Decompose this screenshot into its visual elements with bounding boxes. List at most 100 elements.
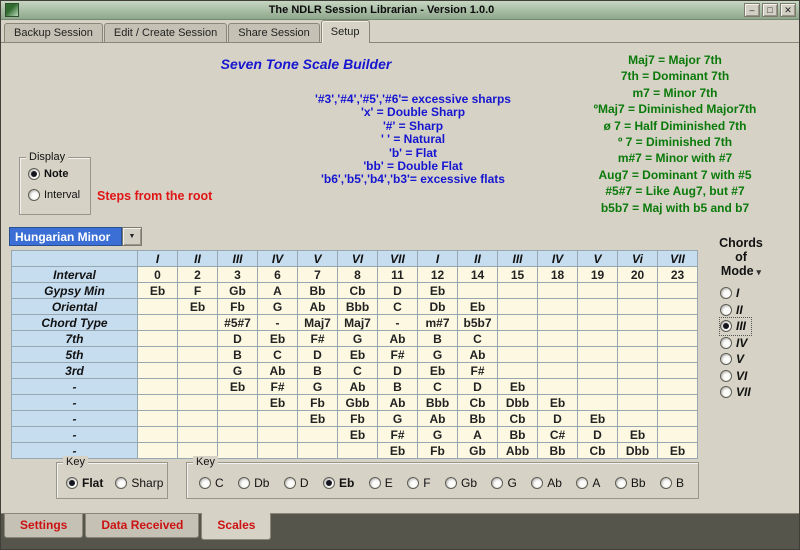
table-cell: 19 [577,266,618,283]
radio-b[interactable]: B [659,476,684,490]
table-cell [497,298,538,315]
table-cell: Eb [657,442,698,459]
radio-f[interactable]: F [407,476,431,490]
radio-gb[interactable]: Gb [445,476,477,490]
table-cell [297,442,338,459]
table-cell: Ab [257,362,298,379]
table-cell: 12 [417,266,458,283]
tab-settings[interactable]: Settings [4,514,84,538]
table-cell [137,362,178,379]
table-cell: D [537,410,578,427]
radio-ii[interactable]: II [720,302,751,319]
tab-data-received[interactable]: Data Received [85,514,200,538]
scale-select[interactable]: Hungarian Minor ▼ [9,227,142,246]
table-cell: 0 [137,266,178,283]
radio-a[interactable]: A [576,476,600,490]
chord-legend-line: Aug7 = Dominant 7 with #5 [598,167,752,182]
table-cell: 11 [377,266,418,283]
minimize-button[interactable]: – [744,3,760,17]
radio-v[interactable]: V [720,351,751,368]
table-cell [177,362,218,379]
table-cell [537,282,578,299]
table-row: - Eb Fb Gbb Ab Bbb Cb Dbb Eb [11,394,698,411]
radio-i[interactable]: I [720,285,751,302]
table-cell: B [217,346,258,363]
radio-label: Flat [82,476,104,490]
table-cell [137,426,178,443]
table-cell [537,330,578,347]
radio-flat[interactable]: Flat [66,476,103,490]
table-cell: Bb [457,410,498,427]
row-label: - [11,394,138,411]
table-cell: Eb [297,410,338,427]
table-cell [577,394,618,411]
radio-db[interactable]: Db [238,476,269,490]
radio-vi[interactable]: VI [720,368,751,385]
radio-d[interactable]: D [283,476,309,490]
table-cell [257,410,298,427]
table-cell: Ab [377,330,418,347]
close-button[interactable]: ✕ [780,3,796,17]
table-cell [537,378,578,395]
table-cell: G [337,330,378,347]
table-cell: Bb [497,426,538,443]
table-cell [537,314,578,331]
radio-label: G [507,476,517,490]
radio-sharp[interactable]: Sharp [115,476,163,490]
tab-share-session[interactable]: Share Session [228,23,320,42]
radio-e[interactable]: E [368,476,393,490]
titlebar: The NDLR Session Librarian - Version 1.0… [1,1,799,20]
table-cell: Dbb [497,394,538,411]
accidental-legend-line: 'x' = Double Sharp [360,105,466,120]
row-label: 3rd [11,362,138,379]
scale-select-value[interactable]: Hungarian Minor [9,227,122,246]
tab-edit-create-session[interactable]: Edit / Create Session [103,23,228,42]
radio-eb[interactable]: Eb [323,476,354,490]
radio-bb[interactable]: Bb [614,476,646,490]
main-panel: Seven Tone Scale Builder '#3','#4','#5',… [1,42,799,513]
radio-icon [720,287,732,300]
table-cell: Bbb [417,394,458,411]
steps-from-root-label: Steps from the root [97,189,213,203]
table-cell: F# [297,330,338,347]
maximize-button[interactable]: □ [762,3,778,17]
radio-vii[interactable]: VII [720,384,751,401]
table-cell: F# [377,426,418,443]
radio-label: II [736,302,743,317]
tab-backup-session[interactable]: Backup Session [4,23,103,42]
radio-ab[interactable]: Ab [531,476,562,490]
table-cell: F# [457,362,498,379]
radio-iii[interactable]: III [719,317,752,336]
table-cell [657,314,698,331]
table-cell: C [457,330,498,347]
table-cell: Cb [577,442,618,459]
table-cell: F [177,282,218,299]
table-cell: 20 [617,266,658,283]
radio-iv[interactable]: IV [720,335,751,352]
table-cell: Fb [297,394,338,411]
radio-c[interactable]: C [199,476,224,490]
row-label: 7th [11,330,138,347]
tab-scales[interactable]: Scales [201,513,272,540]
radio-interval[interactable]: Interval [28,189,80,201]
tab-setup[interactable]: Setup [320,20,370,43]
scale-select-arrow-button[interactable]: ▼ [122,227,142,246]
table-cell: G [417,426,458,443]
table-cell: Eb [457,298,498,315]
radio-g[interactable]: G [491,476,517,490]
app-window: The NDLR Session Librarian - Version 1.0… [0,0,800,550]
table-cell [617,314,658,331]
table-cell [657,394,698,411]
radio-label: Eb [339,476,355,490]
table-cell [617,346,658,363]
table-cell: G [297,378,338,395]
table-cell [257,426,298,443]
table-cell: Cb [337,282,378,299]
radio-note[interactable]: Note [28,168,80,180]
table-cell: 15 [497,266,538,283]
table-cell: Ab [457,346,498,363]
table-cell [177,394,218,411]
table-cell [137,378,178,395]
table-cell: Eb [417,362,458,379]
chords-of-mode-label: Chords of Mode ▾ [698,236,784,279]
